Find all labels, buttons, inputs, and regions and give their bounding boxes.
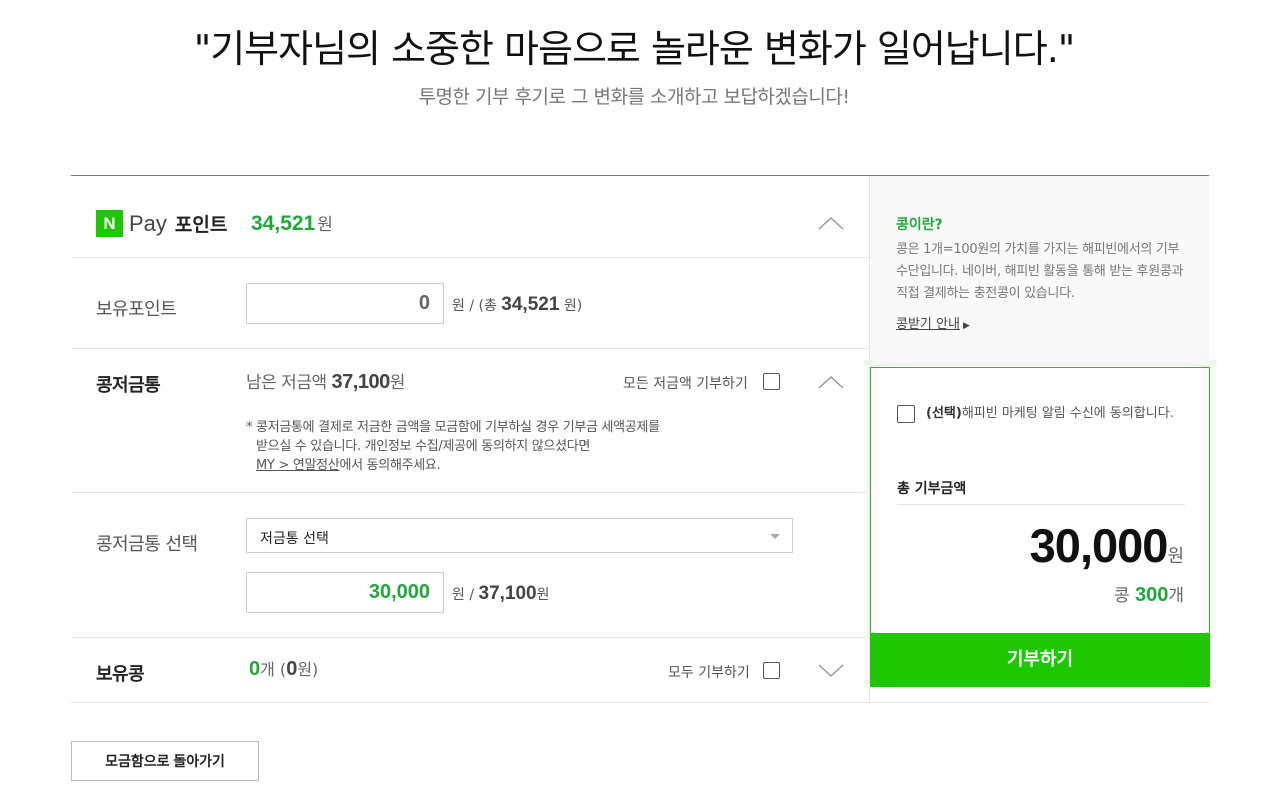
npay-point-header: N Pay 포인트	[96, 210, 227, 237]
held-beans-label: 보유콩	[96, 664, 145, 685]
divider	[71, 637, 869, 638]
npay-amount-unit: 원	[317, 215, 333, 234]
savings-remain: 남은 저금액 37,100원	[246, 371, 405, 393]
held-points-unit: 원 / (총 34,521 원)	[452, 294, 583, 315]
npay-point-amount: 34,521 원	[251, 210, 333, 236]
donate-all-savings-label: 모든 저금액 기부하기	[623, 376, 748, 392]
marketing-agree-checkbox[interactable]	[897, 405, 915, 423]
savings-label: 콩저금통	[96, 375, 161, 396]
savings-amount-unit: 원 / 37,100원	[452, 583, 550, 604]
my-tax-settlement-link[interactable]: MY > 연말정산	[256, 458, 340, 473]
donate-all-beans-checkbox[interactable]	[763, 662, 780, 679]
savings-select-label: 콩저금통 선택	[96, 534, 198, 555]
page-subline: 투명한 기부 후기로 그 변화를 소개하고 보답하겠습니다!	[418, 86, 850, 108]
divider	[71, 492, 869, 493]
marketing-agree-label: (선택)해피빈 마케팅 알림 수신에 동의합니다.	[926, 406, 1174, 421]
divider	[71, 257, 869, 258]
donation-panel: N Pay 포인트 34,521 원 보유포인트 0 원 / (총 34,521 …	[71, 175, 1210, 703]
npay-pay-label: Pay	[129, 210, 167, 236]
arrow-right-icon: ▶	[962, 321, 970, 331]
total-donation-amount: 30,000원	[1029, 519, 1184, 572]
held-points-input[interactable]: 0	[246, 283, 444, 324]
donation-summary: (선택)해피빈 마케팅 알림 수신에 동의합니다. 총 기부금액 30,000원…	[870, 367, 1210, 634]
divider	[71, 348, 869, 349]
chevron-up-icon[interactable]	[818, 216, 844, 230]
savings-select-value: 저금통 선택	[260, 531, 329, 547]
payment-options: N Pay 포인트 34,521 원 보유포인트 0 원 / (총 34,521 …	[71, 176, 869, 703]
donate-all-savings-checkbox[interactable]	[763, 373, 780, 390]
npay-amount-value: 34,521	[251, 212, 316, 235]
bean-info-desc: 콩은 1개=100원의 가치를 가지는 해피빈에서의 기부수단입니다. 네이버,…	[896, 242, 1184, 301]
divider	[897, 504, 1185, 505]
donate-all-beans-label: 모두 기부하기	[668, 665, 750, 681]
npay-point-label: 포인트	[174, 214, 228, 236]
savings-select-dropdown[interactable]: 저금통 선택	[246, 518, 793, 553]
donate-button[interactable]: 기부하기	[870, 633, 1210, 687]
dropdown-arrow-icon	[770, 534, 780, 539]
held-points-label: 보유포인트	[96, 299, 177, 320]
savings-tax-note: * 콩저금통에 결제로 저금한 금액을 모금함에 기부하실 경우 기부금 세액공…	[246, 420, 660, 473]
chevron-down-icon[interactable]	[818, 664, 844, 678]
page-headline: "기부자님의 소중한 마음으로 놀라운 변화가 일어납니다."	[193, 27, 1076, 71]
npay-logo-icon: N	[96, 210, 123, 237]
bean-info-box: 콩이란? 콩은 1개=100원의 가치를 가지는 해피빈에서의 기부수단입니다.…	[870, 176, 1209, 367]
total-bean-count: 콩 300개	[1113, 584, 1184, 606]
bean-info-title: 콩이란?	[896, 217, 943, 233]
bean-guide-link[interactable]: 콩받기 안내 ▶	[896, 313, 970, 332]
savings-amount-input[interactable]: 30,000	[246, 572, 444, 613]
chevron-up-icon[interactable]	[818, 375, 844, 389]
back-to-fundraiser-button[interactable]: 모금함으로 돌아가기	[71, 741, 259, 781]
summary-column: 콩이란? 콩은 1개=100원의 가치를 가지는 해피빈에서의 기부수단입니다.…	[869, 176, 1210, 703]
total-donation-title: 총 기부금액	[897, 481, 967, 497]
held-beans-amount: 0개 (0원)	[249, 658, 319, 680]
